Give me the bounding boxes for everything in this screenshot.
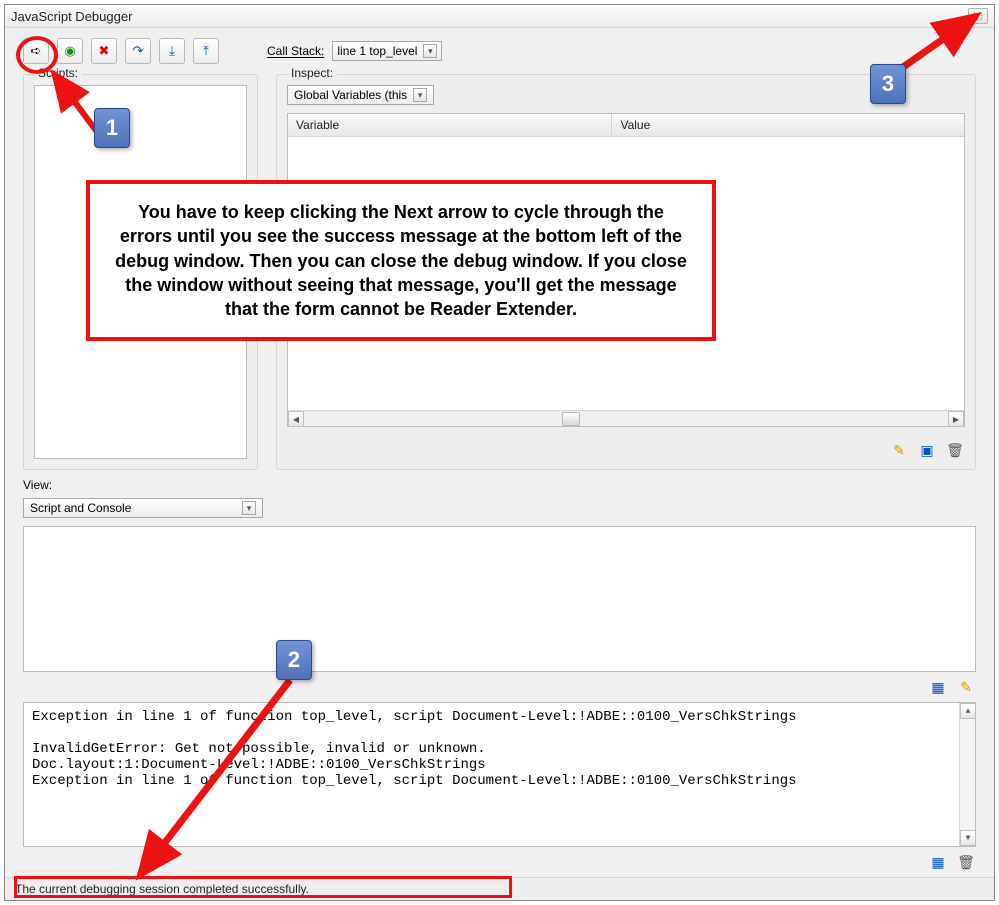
scroll-track[interactable] [304, 411, 948, 426]
edit-button[interactable]: ✎ [956, 678, 976, 696]
view-action-icons: ▦ ✎ [23, 672, 976, 702]
annotation-badge-2: 2 [276, 640, 312, 680]
new-button[interactable]: ▣ [917, 441, 937, 459]
window-close-button[interactable]: ⬚ [968, 8, 988, 24]
script-editor[interactable] [23, 526, 976, 672]
chevron-down-icon: ▾ [423, 44, 437, 58]
step-out-icon: ⤒ [203, 43, 209, 59]
debugger-window: JavaScript Debugger ⬚ ➪ ◉ ✖ ↷ ⤓ ⤒ Call S… [4, 4, 995, 901]
callstack-value: line 1 top_level [337, 44, 417, 58]
titlebar: JavaScript Debugger ⬚ [5, 5, 994, 28]
chevron-down-icon: ▾ [413, 88, 427, 102]
view-select[interactable]: Script and Console ▾ [23, 498, 263, 518]
status-bar: The current debugging session completed … [5, 877, 994, 900]
v-scrollbar[interactable]: ▲ ▼ [959, 703, 975, 846]
view-section: View: Script and Console ▾ ▦ ✎ [5, 474, 994, 702]
stack-icon: ▦ [931, 679, 944, 696]
col-variable[interactable]: Variable [288, 114, 612, 136]
new-icon: ▣ [920, 442, 933, 459]
step-over-icon: ↷ [133, 43, 144, 59]
edit-button[interactable]: ✎ [889, 441, 909, 459]
inspect-scope-select[interactable]: Global Variables (this ▾ [287, 85, 434, 105]
arrow-right-icon: ➪ [31, 43, 42, 59]
stack-button[interactable]: ▦ [928, 678, 948, 696]
scroll-left-icon[interactable]: ◀ [288, 411, 304, 427]
pencil-icon: ✎ [960, 679, 972, 696]
step-out-button[interactable]: ⤒ [193, 38, 219, 64]
callstack-select[interactable]: line 1 top_level ▾ [332, 41, 442, 61]
stack-button[interactable]: ▦ [928, 853, 948, 871]
annotation-callout: You have to keep clicking the Next arrow… [86, 180, 716, 341]
trash-icon: 🗑 [957, 854, 975, 871]
scroll-right-icon[interactable]: ▶ [948, 411, 964, 427]
close-icon: ⬚ [973, 11, 982, 22]
chevron-down-icon: ▾ [242, 501, 256, 515]
stack-icon: ▦ [931, 854, 944, 871]
inspect-label: Inspect: [287, 66, 337, 80]
pencil-icon: ✎ [893, 442, 905, 459]
delete-button[interactable]: 🗑 [945, 441, 965, 459]
inspect-scope-value: Global Variables (this [294, 88, 407, 102]
breakpoint-icon: ◉ [64, 43, 75, 59]
step-next-button[interactable]: ➪ [23, 38, 49, 64]
annotation-badge-1: 1 [94, 108, 130, 148]
annotation-callout-text: You have to keep clicking the Next arrow… [115, 202, 687, 319]
scroll-thumb[interactable] [562, 412, 580, 426]
scroll-up-icon[interactable]: ▲ [960, 703, 976, 719]
clear-button[interactable]: 🗑 [956, 853, 976, 871]
window-title: JavaScript Debugger [11, 9, 968, 24]
stop-icon: ✖ [99, 43, 110, 59]
trash-icon: 🗑 [946, 442, 964, 459]
col-value[interactable]: Value [612, 114, 964, 136]
annotation-badge-3: 3 [870, 64, 906, 104]
stop-button[interactable]: ✖ [91, 38, 117, 64]
toolbar: ➪ ◉ ✖ ↷ ⤓ ⤒ Call Stack: line 1 top_level… [5, 28, 994, 70]
view-label: View: [23, 478, 976, 492]
console-action-icons: ▦ 🗑 [5, 847, 994, 877]
inspect-action-icons: ✎ ▣ 🗑 [287, 435, 965, 459]
h-scrollbar[interactable]: ◀ ▶ [288, 410, 964, 426]
status-text: The current debugging session completed … [15, 882, 309, 896]
step-into-icon: ⤓ [169, 43, 175, 59]
table-header: Variable Value [288, 114, 964, 137]
console-output[interactable]: Exception in line 1 of function top_leve… [23, 702, 976, 847]
step-into-button[interactable]: ⤓ [159, 38, 185, 64]
scroll-down-icon[interactable]: ▼ [960, 830, 976, 846]
scripts-label: Scripts: [34, 66, 82, 80]
view-select-value: Script and Console [30, 501, 131, 515]
callstack-label: Call Stack: [267, 44, 324, 58]
step-over-button[interactable]: ↷ [125, 38, 151, 64]
console-text: Exception in line 1 of function top_leve… [32, 709, 797, 789]
breakpoint-button[interactable]: ◉ [57, 38, 83, 64]
